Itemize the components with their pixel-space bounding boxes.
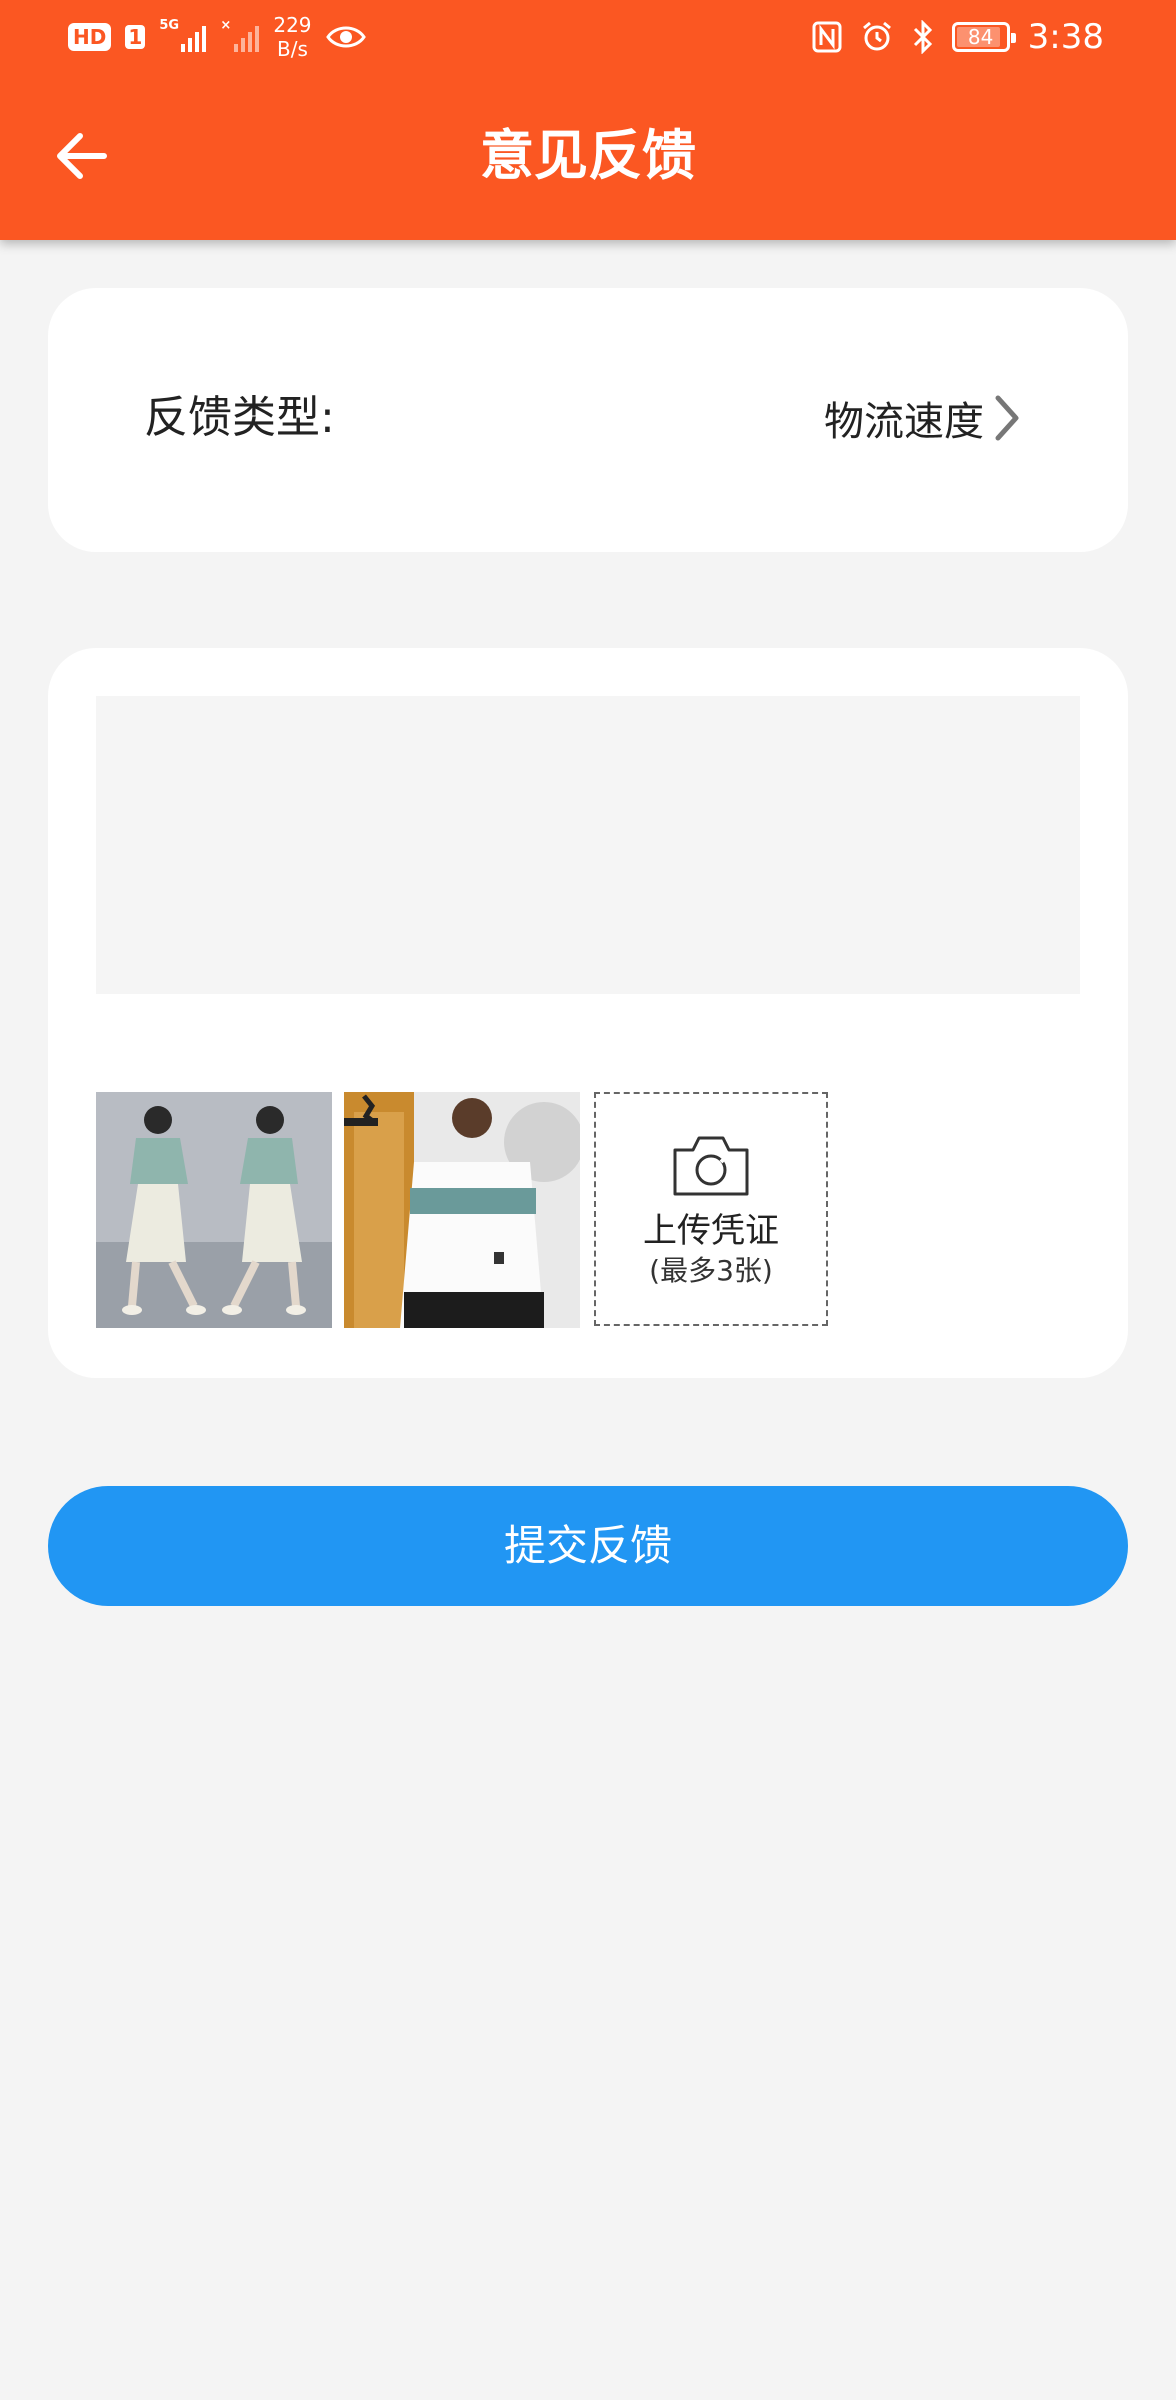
signal-no-service-mark: ×	[220, 18, 232, 33]
bluetooth-icon	[913, 20, 932, 54]
signal-type-label: 5G	[159, 18, 180, 33]
network-speed-unit: B/s	[276, 37, 308, 61]
upload-limit-hint: (最多3张)	[649, 1254, 773, 1287]
upload-label: 上传凭证	[643, 1211, 779, 1251]
nfc-icon	[812, 21, 842, 53]
camera-icon	[673, 1136, 749, 1196]
sim-badge: 1	[125, 25, 146, 49]
battery-level: 84	[967, 25, 994, 49]
feedback-type-card: 反馈类型: 物流速度	[48, 288, 1128, 552]
man-sweatshirt-photo	[344, 1092, 580, 1328]
network-speed: 229 B/s	[273, 13, 311, 61]
submit-feedback-button[interactable]: 提交反馈	[48, 1486, 1128, 1606]
page-title: 意见反馈	[480, 124, 696, 187]
signal-secondary-icon: ×	[220, 18, 260, 52]
feedback-textarea[interactable]	[96, 696, 1080, 994]
woman-outfit-photo	[96, 1092, 332, 1328]
status-left: HD 1 5G × 229 B/s	[68, 12, 366, 62]
status-right: 84 3:38	[812, 12, 1104, 62]
eye-icon	[325, 26, 366, 48]
feedback-type-value: 物流速度	[824, 399, 984, 445]
attachment-thumbnail[interactable]	[344, 1092, 580, 1328]
chevron-right-icon	[995, 395, 1019, 441]
feedback-type-selector[interactable]: 物流速度	[824, 382, 1022, 454]
feedback-type-label: 反馈类型:	[144, 392, 335, 443]
network-speed-value: 229	[273, 13, 312, 37]
upload-proof-button[interactable]: 上传凭证 (最多3张)	[594, 1092, 828, 1326]
feedback-content-card: 上传凭证 (最多3张)	[48, 648, 1128, 1378]
attachment-thumbnail[interactable]	[96, 1092, 332, 1328]
battery-icon: 84	[951, 22, 1016, 52]
status-bar: HD 1 5G × 229 B/s 84 3:38	[0, 0, 1176, 72]
hd-badge: HD	[68, 23, 112, 51]
attachments-row: 上传凭证 (最多3张)	[96, 1092, 828, 1330]
clock: 3:38	[1027, 17, 1104, 57]
signal-icon: 5G	[159, 18, 207, 52]
alarm-icon	[862, 21, 891, 51]
app-header: HD 1 5G × 229 B/s 84 3:38 意见反馈	[0, 0, 1176, 240]
